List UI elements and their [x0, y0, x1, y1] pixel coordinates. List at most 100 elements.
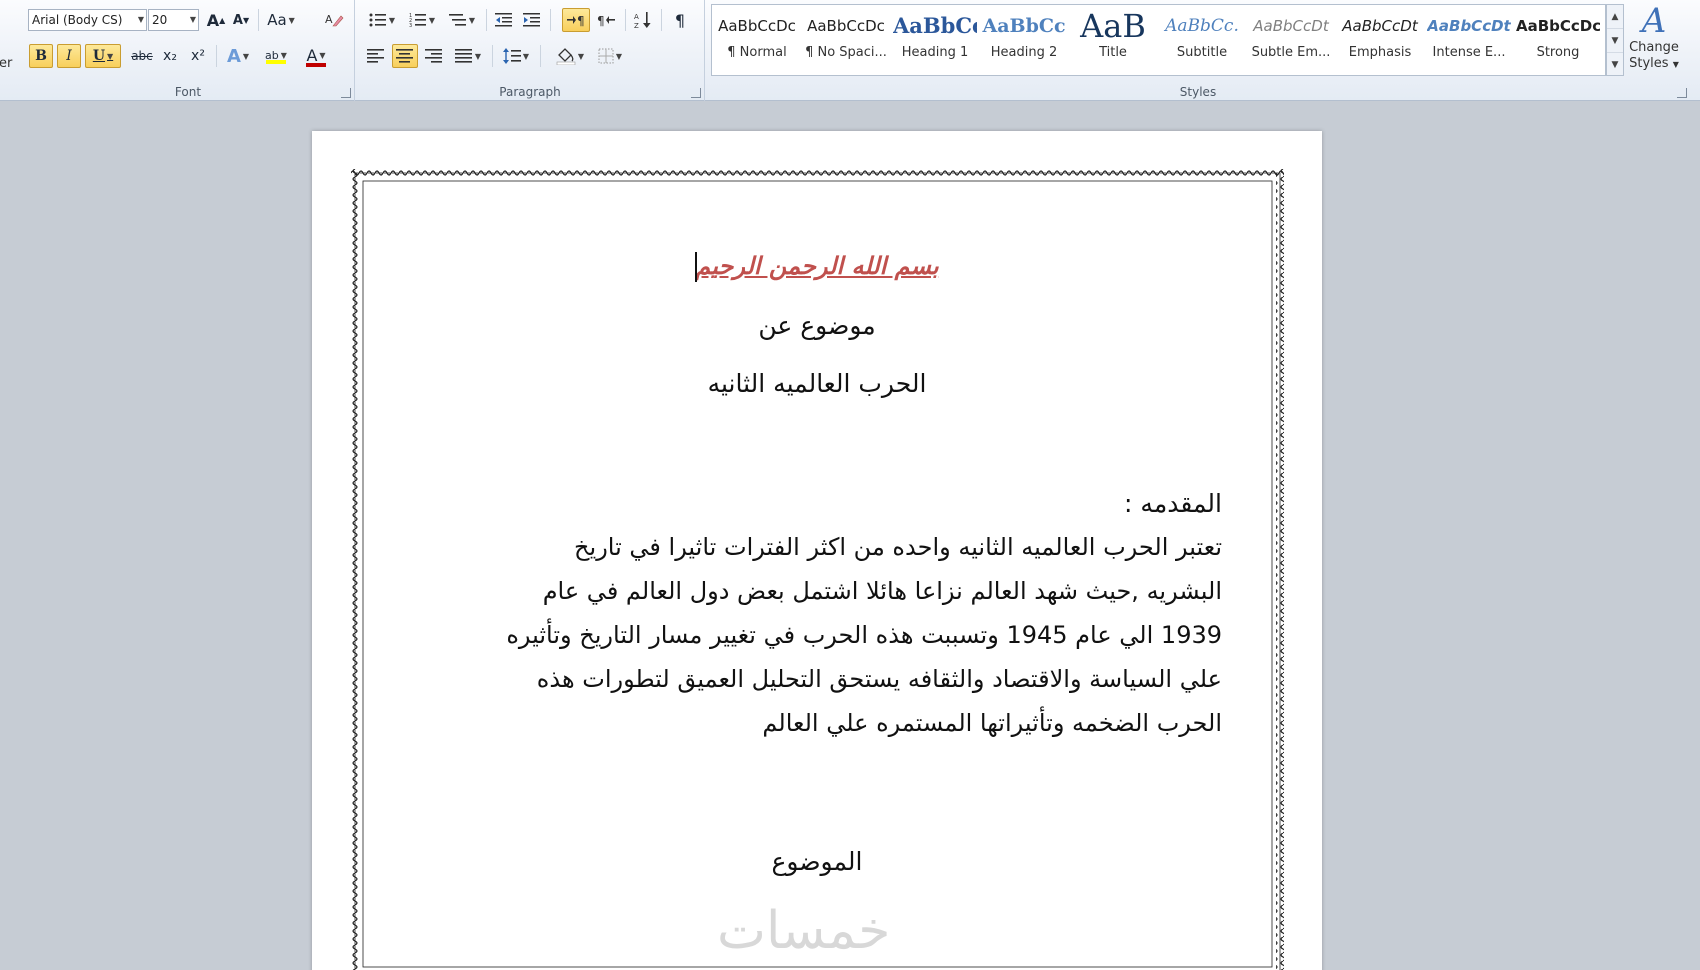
align-left-button[interactable] — [364, 44, 388, 68]
style-name: Emphasis — [1348, 45, 1412, 60]
borders-icon — [598, 48, 614, 64]
style-strong[interactable]: AaBbCcDc Strong — [1516, 7, 1600, 73]
separator — [661, 9, 662, 31]
style-subtitle[interactable]: AaBbCc. Subtitle — [1160, 7, 1244, 73]
subscript-icon: x₂ — [163, 48, 177, 64]
style-normal[interactable]: AaBbCcDc ¶ Normal — [715, 7, 799, 73]
document-page[interactable]: بسم الله الرحمن الرحيم موضوع عن الحرب ال… — [312, 131, 1322, 970]
numbering-button[interactable]: 123 ▼ — [404, 8, 440, 32]
bullets-button[interactable]: ▼ — [364, 8, 400, 32]
clear-formatting-button[interactable]: A — [322, 8, 346, 32]
svg-text:¶: ¶ — [597, 14, 605, 28]
text-highlight-button[interactable]: ab ▼ — [258, 44, 294, 68]
font-family-value: Arial (Body CS) — [32, 13, 123, 27]
align-center-icon — [396, 49, 413, 63]
style-name: Heading 1 — [901, 45, 969, 60]
font-color-bar — [306, 62, 326, 67]
scroll-down-icon[interactable]: ▼ — [1607, 29, 1623, 53]
paragraph-group-label: Paragraph — [499, 85, 561, 99]
style-name: Subtle Em... — [1251, 45, 1331, 60]
text-cursor — [695, 252, 697, 282]
ribbon: er Arial (Body CS) ▼ 20 ▼ A ▲ A ▼ Aa ▼ A B … — [0, 0, 1700, 101]
style-name: ¶ Normal — [727, 45, 787, 60]
pilcrow-icon: ¶ — [674, 10, 686, 30]
styles-gallery-scroll: ▲ ▼ ▼ — [1606, 4, 1624, 76]
basmala-line: بسم الله الرحمن الرحيم — [695, 251, 939, 280]
align-center-button[interactable] — [392, 44, 418, 68]
chevron-down-icon: ▼ — [137, 15, 144, 24]
style-sample: AaBbCcDt — [1253, 17, 1329, 35]
sort-button[interactable]: AZ — [630, 8, 656, 32]
italic-icon: I — [66, 48, 72, 64]
decrease-indent-button[interactable] — [492, 8, 516, 32]
style-name: Intense E... — [1432, 45, 1506, 60]
strikethrough-icon: abc — [131, 49, 153, 63]
bullets-icon — [369, 13, 386, 27]
shrink-font-icon: A — [232, 12, 243, 28]
style-sample: AaBbCcDt — [1427, 17, 1511, 35]
underline-button[interactable]: U ▼ — [85, 44, 121, 68]
scroll-up-icon[interactable]: ▲ — [1607, 5, 1623, 29]
svg-text:3: 3 — [409, 23, 412, 28]
style-subtle-emphasis[interactable]: AaBbCcDt Subtle Em... — [1249, 7, 1333, 73]
chevron-down-icon: ▼ — [428, 15, 436, 25]
sort-icon: AZ — [634, 12, 651, 29]
separator — [550, 9, 551, 31]
align-right-button[interactable] — [422, 44, 446, 68]
style-sample: AaBbCcDc — [1516, 17, 1600, 35]
paragraph-dialog-launcher-icon[interactable] — [691, 88, 701, 98]
paragraph-line: البشريه ,حيث شهد العالم نزاعا هائلا اشتم… — [542, 577, 1222, 605]
style-heading-1[interactable]: AaBbCc Heading 1 — [893, 7, 977, 73]
right-to-left-button[interactable]: ¶ — [592, 8, 620, 32]
change-styles-button[interactable]: A Change Styles ▼ — [1626, 2, 1682, 78]
style-intense-emphasis[interactable]: AaBbCcDt Intense E... — [1427, 7, 1511, 73]
justify-icon — [454, 49, 472, 63]
subscript-button[interactable]: x₂ — [158, 44, 182, 68]
chevron-down-icon: ▼ — [468, 15, 476, 25]
styles-dialog-launcher-icon[interactable] — [1677, 88, 1687, 98]
shading-button[interactable]: ▼ — [552, 44, 588, 68]
style-no-spacing[interactable]: AaBbCcDc ¶ No Spaci... — [804, 7, 888, 73]
separator — [540, 45, 541, 67]
text-effects-button[interactable]: A ▼ — [222, 44, 254, 68]
bold-button[interactable]: B — [29, 44, 53, 68]
style-heading-2[interactable]: AaBbCc Heading 2 — [982, 7, 1066, 73]
show-hide-formatting-button[interactable]: ¶ — [668, 8, 692, 32]
left-to-right-button[interactable]: ¶ — [562, 8, 590, 32]
style-emphasis[interactable]: AaBbCcDt Emphasis — [1338, 7, 1422, 73]
bold-icon: B — [35, 48, 47, 64]
style-name: Title — [1099, 45, 1127, 60]
font-size-select[interactable]: 20 ▼ — [148, 9, 199, 31]
title-line-1: موضوع عن — [758, 311, 876, 340]
svg-text:Z: Z — [634, 22, 639, 29]
strikethrough-button[interactable]: abc — [130, 44, 154, 68]
font-dialog-launcher-icon[interactable] — [341, 88, 351, 98]
paragraph-line: علي السياسة والاقتصاد والثقافه يستحق الت… — [536, 665, 1222, 693]
line-spacing-button[interactable]: ▼ — [498, 44, 534, 68]
style-title[interactable]: AaB Title — [1071, 7, 1155, 73]
superscript-icon: x² — [191, 48, 205, 64]
font-family-select[interactable]: Arial (Body CS) ▼ — [28, 9, 147, 31]
gallery-more-icon[interactable]: ▼ — [1607, 53, 1623, 77]
grow-font-button[interactable]: A ▲ — [205, 8, 227, 32]
font-group-label: Font — [174, 85, 202, 99]
font-color-button[interactable]: A ▼ — [298, 44, 334, 68]
multilevel-list-button[interactable]: ▼ — [444, 8, 480, 32]
change-case-button[interactable]: Aa ▼ — [264, 8, 298, 32]
style-sample: AaBbCc. — [1165, 16, 1239, 36]
style-sample: AaBbCc — [982, 15, 1066, 37]
svg-text:A: A — [325, 13, 333, 26]
borders-button[interactable]: ▼ — [592, 44, 628, 68]
paragraph-line: تعتبر الحرب العالميه الثانيه واحده من اك… — [574, 533, 1222, 561]
increase-indent-button[interactable] — [520, 8, 544, 32]
change-styles-icon: A — [1641, 1, 1667, 41]
superscript-button[interactable]: x² — [186, 44, 210, 68]
chevron-down-icon: ▼ — [319, 50, 326, 60]
justify-button[interactable]: ▼ — [450, 44, 486, 68]
italic-button[interactable]: I — [57, 44, 81, 68]
shrink-font-button[interactable]: A ▼ — [230, 8, 252, 32]
right-to-left-icon: ¶ — [597, 14, 615, 28]
chevron-down-icon: ▼ — [242, 51, 250, 61]
separator — [216, 45, 217, 67]
chevron-down-icon: ▼ — [615, 51, 623, 61]
